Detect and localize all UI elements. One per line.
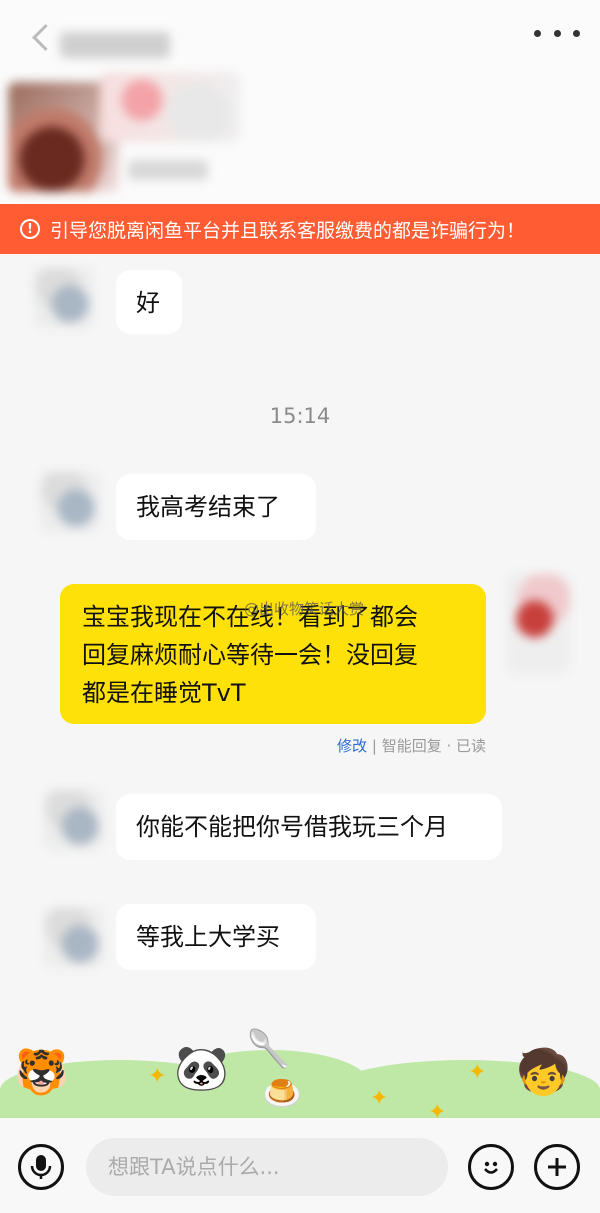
panda-icon: 🐼: [174, 1043, 229, 1094]
read-status: 智能回复 · 已读: [381, 737, 486, 755]
message-text: 好: [136, 289, 160, 317]
alert-circle-icon: !: [20, 219, 40, 239]
other-avatar[interactable]: [44, 908, 104, 968]
sticker-banner: 🐯 🐼 🥄 🍮 🧒 ✦ ✦ ✦ ✦: [0, 1020, 600, 1125]
plus-button[interactable]: [534, 1144, 580, 1190]
back-button[interactable]: [22, 18, 62, 58]
fraud-warning-banner: ! 引导您脱离闲鱼平台并且联系客服缴费的都是诈骗行为！: [0, 204, 600, 254]
message-input[interactable]: [86, 1138, 448, 1196]
timestamp: 15:14: [269, 404, 331, 428]
spoon-icon: 🥄: [246, 1029, 291, 1070]
message-meta: 修改 | 智能回复 · 已读: [337, 735, 486, 756]
meta-separator: |: [371, 737, 377, 755]
more-dots-icon[interactable]: [534, 20, 580, 46]
self-avatar[interactable]: [506, 574, 570, 674]
message-line: 都是在睡觉TvT: [82, 679, 246, 707]
pudding-icon: 🍮: [262, 1074, 302, 1112]
product-info-blurred: [100, 72, 240, 142]
message-bubble-other: 好: [116, 270, 182, 334]
message-bubble-other: 你能不能把你号借我玩三个月: [116, 794, 502, 860]
warning-text: 引导您脱离闲鱼平台并且联系客服缴费的都是诈骗行为！: [50, 219, 526, 242]
other-avatar[interactable]: [40, 472, 100, 532]
message-bubble-other: 等我上大学买: [116, 904, 316, 970]
message-text: 你能不能把你号借我玩三个月: [136, 813, 448, 841]
watermark: @出收物笑话大赏: [244, 600, 365, 618]
plus-icon: [548, 1158, 566, 1176]
input-bar: [0, 1118, 600, 1213]
message-line: 回复麻烦耐心等待一会！没回复: [82, 641, 418, 669]
other-avatar[interactable]: [44, 790, 104, 850]
message-text: 等我上大学买: [136, 923, 280, 951]
message-text: 我高考结束了: [136, 493, 280, 521]
tiger-chef-icon: 🐯: [14, 1047, 69, 1098]
message-bubble-other: 我高考结束了: [116, 474, 316, 540]
sparkle-icon: ✦: [148, 1064, 167, 1089]
microphone-icon: [30, 1155, 52, 1179]
sparkle-icon: ✦: [468, 1060, 487, 1085]
sparkle-icon: ✦: [370, 1086, 389, 1111]
emoji-button[interactable]: [468, 1144, 514, 1190]
character-icon: 🧒: [516, 1047, 571, 1098]
other-avatar[interactable]: [34, 268, 94, 328]
edit-link[interactable]: 修改: [337, 737, 367, 755]
chat-header: [0, 0, 600, 204]
voice-button[interactable]: [18, 1144, 64, 1190]
location-blurred: [128, 160, 208, 180]
contact-name-blurred: [60, 32, 170, 58]
smile-icon: [484, 1161, 498, 1174]
